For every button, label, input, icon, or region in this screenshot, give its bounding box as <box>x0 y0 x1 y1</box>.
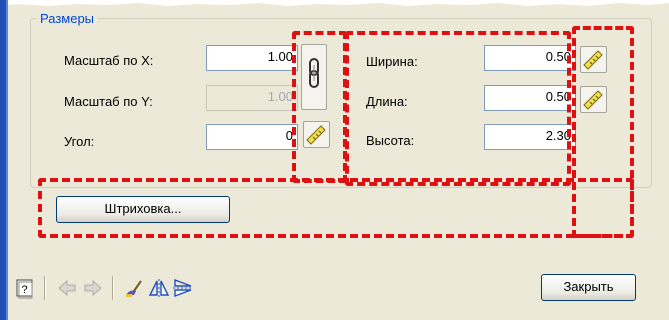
angle-input[interactable]: 0 <box>206 124 298 150</box>
mirror-horizontal-button[interactable] <box>172 277 194 299</box>
torn-edge <box>8 0 669 6</box>
window-left-border <box>0 0 8 320</box>
svg-text:?: ? <box>21 284 27 296</box>
highlight-lock-area <box>292 31 347 183</box>
help-icon: ? <box>16 279 33 299</box>
scale-x-input[interactable]: 1.00 <box>206 45 298 71</box>
mirror-vertical-button[interactable] <box>148 277 170 299</box>
highlight-hatch-row <box>38 178 634 238</box>
scale-y-input: 1.00 <box>206 85 298 111</box>
close-button[interactable]: Закрыть <box>541 274 636 301</box>
groupbox-title: Размеры <box>36 12 99 26</box>
mirror-vertical-icon <box>148 279 170 297</box>
mirror-horizontal-icon <box>173 278 193 298</box>
back-arrow-icon <box>58 279 76 297</box>
paint-icon <box>126 280 142 297</box>
forward-arrow-icon <box>84 279 102 297</box>
help-button[interactable]: ? <box>14 277 36 299</box>
scale-y-label: Масштаб по Y: <box>64 94 153 109</box>
highlight-size-fields <box>345 31 571 186</box>
scale-x-label: Масштаб по X: <box>64 53 154 68</box>
back-button <box>56 277 78 299</box>
angle-label: Угол: <box>64 134 95 149</box>
toolbar-separator <box>44 276 46 300</box>
paint-button[interactable] <box>122 277 144 299</box>
toolbar-separator <box>112 276 114 300</box>
forward-button <box>82 277 104 299</box>
